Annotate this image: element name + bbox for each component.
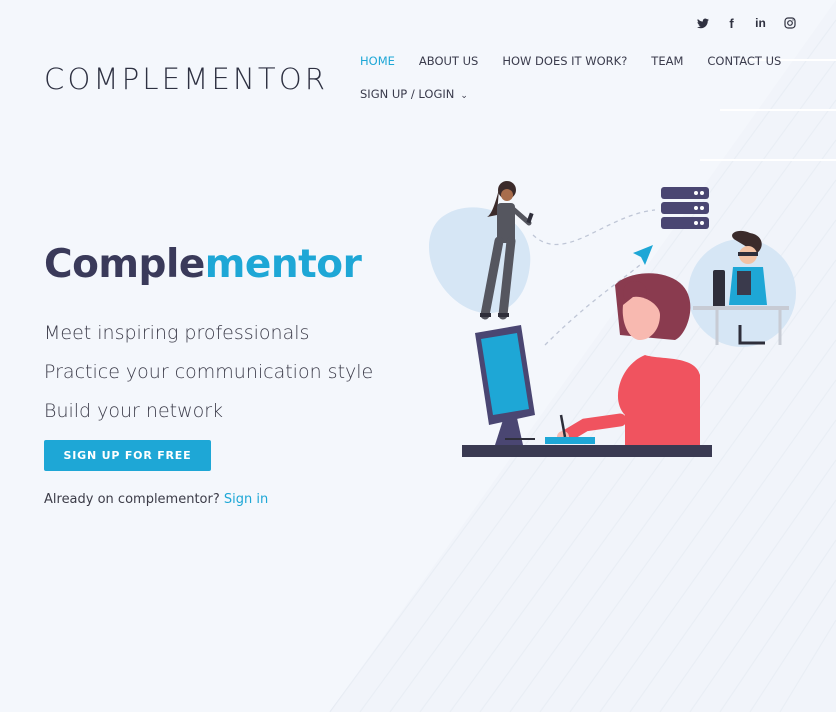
instagram-icon[interactable]	[775, 14, 804, 32]
nav-about[interactable]: ABOUT US	[419, 54, 478, 70]
hero-illustration	[428, 181, 796, 457]
linkedin-icon[interactable]: in	[746, 14, 775, 32]
server-icon	[661, 187, 709, 229]
chevron-down-icon: ⌄	[460, 91, 468, 101]
tagline-3: Build your network	[44, 400, 224, 422]
hero-title-part1: Comple	[44, 242, 205, 287]
main-nav: HOME ABOUT US HOW DOES IT WORK? TEAM CON…	[360, 54, 800, 120]
nav-contact[interactable]: CONTACT US	[707, 54, 781, 70]
hero-title-part2: mentor	[204, 242, 362, 287]
woman-at-computer-figure	[557, 273, 700, 457]
nav-home[interactable]: HOME	[360, 54, 395, 70]
signin-link[interactable]: Sign in	[224, 492, 268, 507]
paper-plane-icon	[633, 245, 653, 265]
hero-title: Complementor	[44, 242, 362, 287]
nav-team[interactable]: TEAM	[651, 54, 683, 70]
tagline-2: Practice your communication style	[44, 361, 374, 383]
social-links: f in	[688, 14, 804, 32]
nav-how-it-works[interactable]: HOW DOES IT WORK?	[502, 54, 627, 70]
twitter-icon[interactable]	[688, 14, 717, 32]
already-label: Already on complementor?	[44, 492, 224, 507]
signup-free-button[interactable]: SIGN UP FOR FREE	[44, 440, 211, 471]
left-blob	[428, 207, 531, 314]
site-logo[interactable]: COMPLEMENTOR	[44, 62, 328, 96]
already-member-text: Already on complementor? Sign in	[44, 492, 268, 507]
tagline-1: Meet inspiring professionals	[44, 322, 310, 344]
nav-signup-login[interactable]: SIGN UP / LOGIN ⌄	[360, 87, 468, 103]
nav-signup-label: SIGN UP / LOGIN	[360, 87, 455, 101]
facebook-icon[interactable]: f	[717, 14, 746, 32]
